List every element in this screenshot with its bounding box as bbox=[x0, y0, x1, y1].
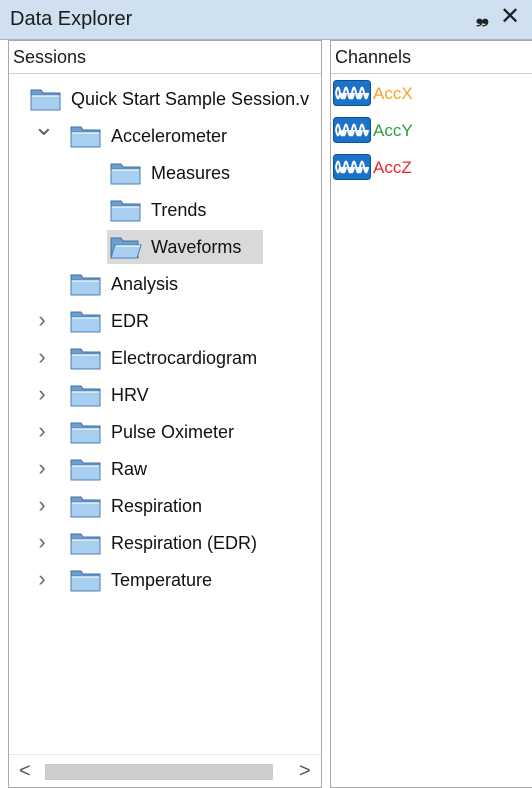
folder-icon bbox=[69, 344, 102, 371]
folder-icon bbox=[29, 85, 62, 112]
folder-icon bbox=[109, 196, 142, 223]
tree-item[interactable]: › Electrocardiogram bbox=[9, 341, 321, 375]
channel-label: AccX bbox=[373, 84, 413, 103]
chevron-right-icon[interactable]: › bbox=[33, 383, 51, 405]
tree-item[interactable]: › Temperature bbox=[9, 563, 321, 597]
sessions-header: Sessions bbox=[9, 41, 321, 74]
chevron-right-icon[interactable]: › bbox=[33, 531, 51, 553]
horizontal-scrollbar[interactable]: < > bbox=[9, 754, 321, 787]
folder-icon bbox=[69, 566, 102, 593]
tree-item-label: Pulse Oximeter bbox=[111, 422, 235, 442]
tree-item-label: Trends bbox=[151, 200, 207, 220]
sessions-pane: Sessions Quick Start Sample Session.v ⌄ Ac… bbox=[8, 40, 322, 788]
tree-item-label: Analysis bbox=[111, 274, 179, 294]
session-tree: Quick Start Sample Session.v ⌄ Acceleromet… bbox=[9, 74, 321, 714]
folder-icon bbox=[69, 455, 102, 482]
tree-item-label: Measures bbox=[151, 163, 231, 183]
scroll-left-arrow[interactable]: < bbox=[19, 759, 31, 783]
tree-item[interactable]: › Respiration (EDR) bbox=[9, 526, 321, 560]
channel-item[interactable]: AccY bbox=[333, 115, 523, 147]
chevron-right-icon[interactable]: › bbox=[33, 309, 51, 331]
chevron-right-icon[interactable]: › bbox=[33, 346, 51, 368]
folder-open-icon bbox=[109, 233, 142, 260]
tree-item-label: HRV bbox=[111, 385, 149, 405]
folder-icon bbox=[109, 159, 142, 186]
tree-item-label: EDR bbox=[111, 311, 150, 331]
channel-label: AccY bbox=[373, 121, 413, 140]
scroll-right-arrow[interactable]: > bbox=[299, 759, 311, 783]
title-bar: Data Explorer ❠ ✕ bbox=[0, 0, 532, 40]
tree-item-label: Waveforms bbox=[151, 237, 242, 257]
window-title: Data Explorer bbox=[10, 8, 133, 30]
waveform-icon bbox=[333, 154, 371, 180]
channel-label: AccZ bbox=[373, 158, 412, 177]
chevron-right-icon[interactable]: › bbox=[33, 494, 51, 516]
channels-header: Channels bbox=[331, 41, 532, 74]
tree-item-label: Raw bbox=[111, 459, 148, 479]
channels-pane: Channels AccX AccY AccZ bbox=[330, 40, 532, 788]
tree-item-label: Respiration bbox=[111, 496, 203, 516]
channel-item[interactable]: AccZ bbox=[333, 152, 523, 184]
tree-item[interactable]: Quick Start Sample Session.v bbox=[9, 82, 321, 116]
tree-item[interactable]: › Raw bbox=[9, 452, 321, 486]
chevron-right-icon[interactable]: › bbox=[33, 420, 51, 442]
folder-icon bbox=[69, 307, 102, 334]
folder-icon bbox=[69, 492, 102, 519]
chevron-right-icon[interactable]: › bbox=[33, 457, 51, 479]
folder-icon bbox=[69, 418, 102, 445]
tree-item-label: Electrocardiogram bbox=[111, 348, 258, 368]
tree-item[interactable]: Measures bbox=[9, 156, 321, 190]
tree-item[interactable]: › Pulse Oximeter bbox=[9, 415, 321, 449]
tree-item[interactable]: ⌄ Accelerometer bbox=[9, 113, 321, 153]
pin-icon[interactable]: ❠ bbox=[476, 7, 489, 29]
folder-icon bbox=[69, 529, 102, 556]
folder-icon bbox=[69, 270, 102, 297]
waveform-icon bbox=[333, 117, 371, 143]
folder-icon bbox=[69, 381, 102, 408]
tree-item-label: Accelerometer bbox=[111, 126, 228, 146]
folder-icon bbox=[69, 122, 102, 149]
tree-item[interactable]: Analysis bbox=[9, 267, 321, 301]
tree-item[interactable]: › EDR bbox=[9, 304, 321, 338]
chevron-right-icon[interactable]: › bbox=[33, 568, 51, 590]
tree-item-label: Respiration (EDR) bbox=[111, 533, 258, 553]
tree-item-label: Temperature bbox=[111, 570, 213, 590]
channel-item[interactable]: AccX bbox=[333, 78, 523, 110]
tree-item[interactable]: › HRV bbox=[9, 378, 321, 412]
tree-item[interactable]: › Respiration bbox=[9, 489, 321, 523]
tree-item[interactable]: Trends bbox=[9, 193, 321, 227]
tree-item-label: Quick Start Sample Session.v bbox=[71, 89, 310, 109]
scrollbar-thumb[interactable] bbox=[45, 764, 273, 780]
close-icon[interactable]: ✕ bbox=[500, 5, 520, 29]
tree-item[interactable]: Waveforms bbox=[9, 230, 321, 264]
waveform-icon bbox=[333, 80, 371, 106]
chevron-down-icon[interactable]: ⌄ bbox=[33, 113, 55, 139]
data-explorer-window: Data Explorer ❠ ✕ Sessions Quick Start S… bbox=[0, 0, 532, 788]
